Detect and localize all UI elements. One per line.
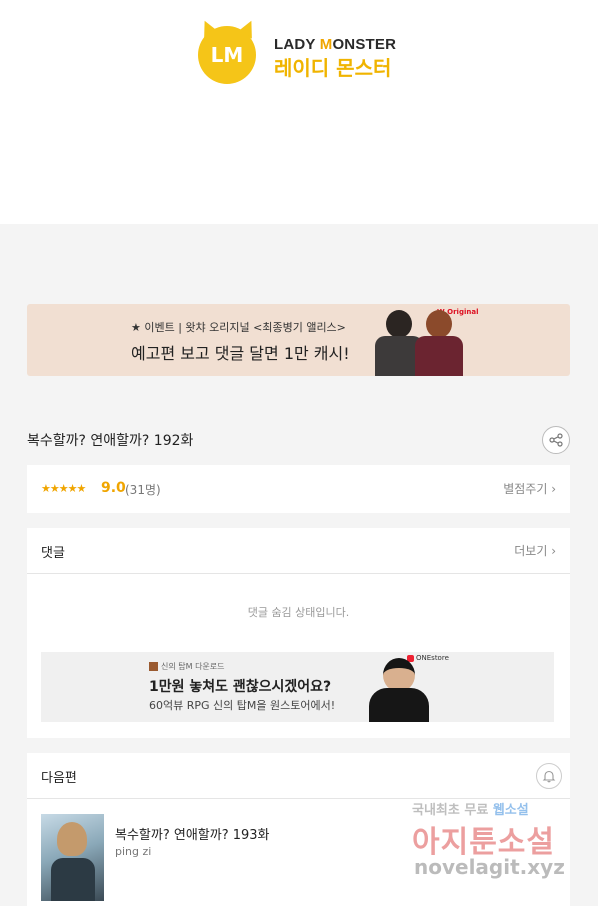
notification-button[interactable] bbox=[536, 763, 562, 789]
banner-headline: 예고편 보고 댓글 달면 1만 캐시! bbox=[131, 344, 350, 363]
comments-hidden-message: 댓글 숨김 상태입니다. bbox=[247, 606, 350, 619]
header-area: LM LADY MONSTER 레이디 몬스터 bbox=[0, 0, 598, 224]
share-button[interactable] bbox=[542, 426, 570, 454]
rate-button[interactable]: 별점주기 › bbox=[503, 480, 556, 497]
event-banner[interactable]: ★ 이벤트 | 왓챠 오리지널 <최종병기 앨리스> 예고편 보고 댓글 달면 … bbox=[27, 304, 570, 376]
logo-korean: 레이디 몬스터 bbox=[274, 56, 392, 80]
episode-title: 복수할까? 연애할까? 192화 bbox=[27, 433, 194, 449]
next-episode-title[interactable]: 복수할까? 연애할까? 193화 bbox=[115, 824, 270, 843]
next-episode-card: 다음편 복수할까? 연애할까? 193화 ping zi bbox=[27, 753, 570, 906]
ad-headline: 1만원 놓쳐도 괜찮으시겠어요? bbox=[149, 679, 332, 695]
rating-score: 9.0 bbox=[101, 480, 126, 496]
rating-count: (31명) bbox=[125, 483, 161, 497]
comments-label: 댓글 bbox=[41, 546, 65, 561]
logo-english: LADY MONSTER bbox=[274, 36, 397, 53]
episode-title-row: 복수할까? 연애할까? 192화 bbox=[27, 424, 570, 456]
ad-banner[interactable]: 신의 탑M 다운로드 1만원 놓쳐도 괜찮으시겠어요? 60억뷰 RPG 신의 … bbox=[41, 652, 554, 722]
next-episode-thumbnail[interactable] bbox=[41, 814, 104, 901]
next-label: 다음편 bbox=[41, 771, 77, 786]
bell-icon bbox=[542, 770, 556, 783]
next-episode-author: ping zi bbox=[115, 845, 152, 858]
banner-person-right bbox=[415, 310, 463, 376]
next-header: 다음편 bbox=[27, 753, 570, 799]
ad-sub-text: 신의 탑M 다운로드 bbox=[149, 661, 225, 672]
ad-description: 60억뷰 RPG 신의 탑M을 원스토어에서! bbox=[149, 699, 336, 712]
site-logo[interactable]: LM LADY MONSTER 레이디 몬스터 bbox=[194, 17, 397, 86]
comments-header: 댓글 더보기 › bbox=[27, 528, 570, 574]
share-icon bbox=[549, 433, 563, 447]
banner-event-line: ★ 이벤트 | 왓챠 오리지널 <최종병기 앨리스> bbox=[131, 321, 346, 334]
comments-card: 댓글 더보기 › 댓글 숨김 상태입니다. 신의 탑M 다운로드 1만원 놓쳐도… bbox=[27, 528, 570, 738]
rating-card: ★★★★★ 9.0 (31명) 별점주기 › bbox=[27, 465, 570, 513]
comments-more-link[interactable]: 더보기 › bbox=[514, 542, 556, 559]
logo-badge: LM bbox=[198, 26, 256, 84]
ad-person-image bbox=[369, 658, 429, 722]
game-icon bbox=[149, 662, 158, 671]
rating-stars: ★★★★★ bbox=[41, 482, 86, 495]
